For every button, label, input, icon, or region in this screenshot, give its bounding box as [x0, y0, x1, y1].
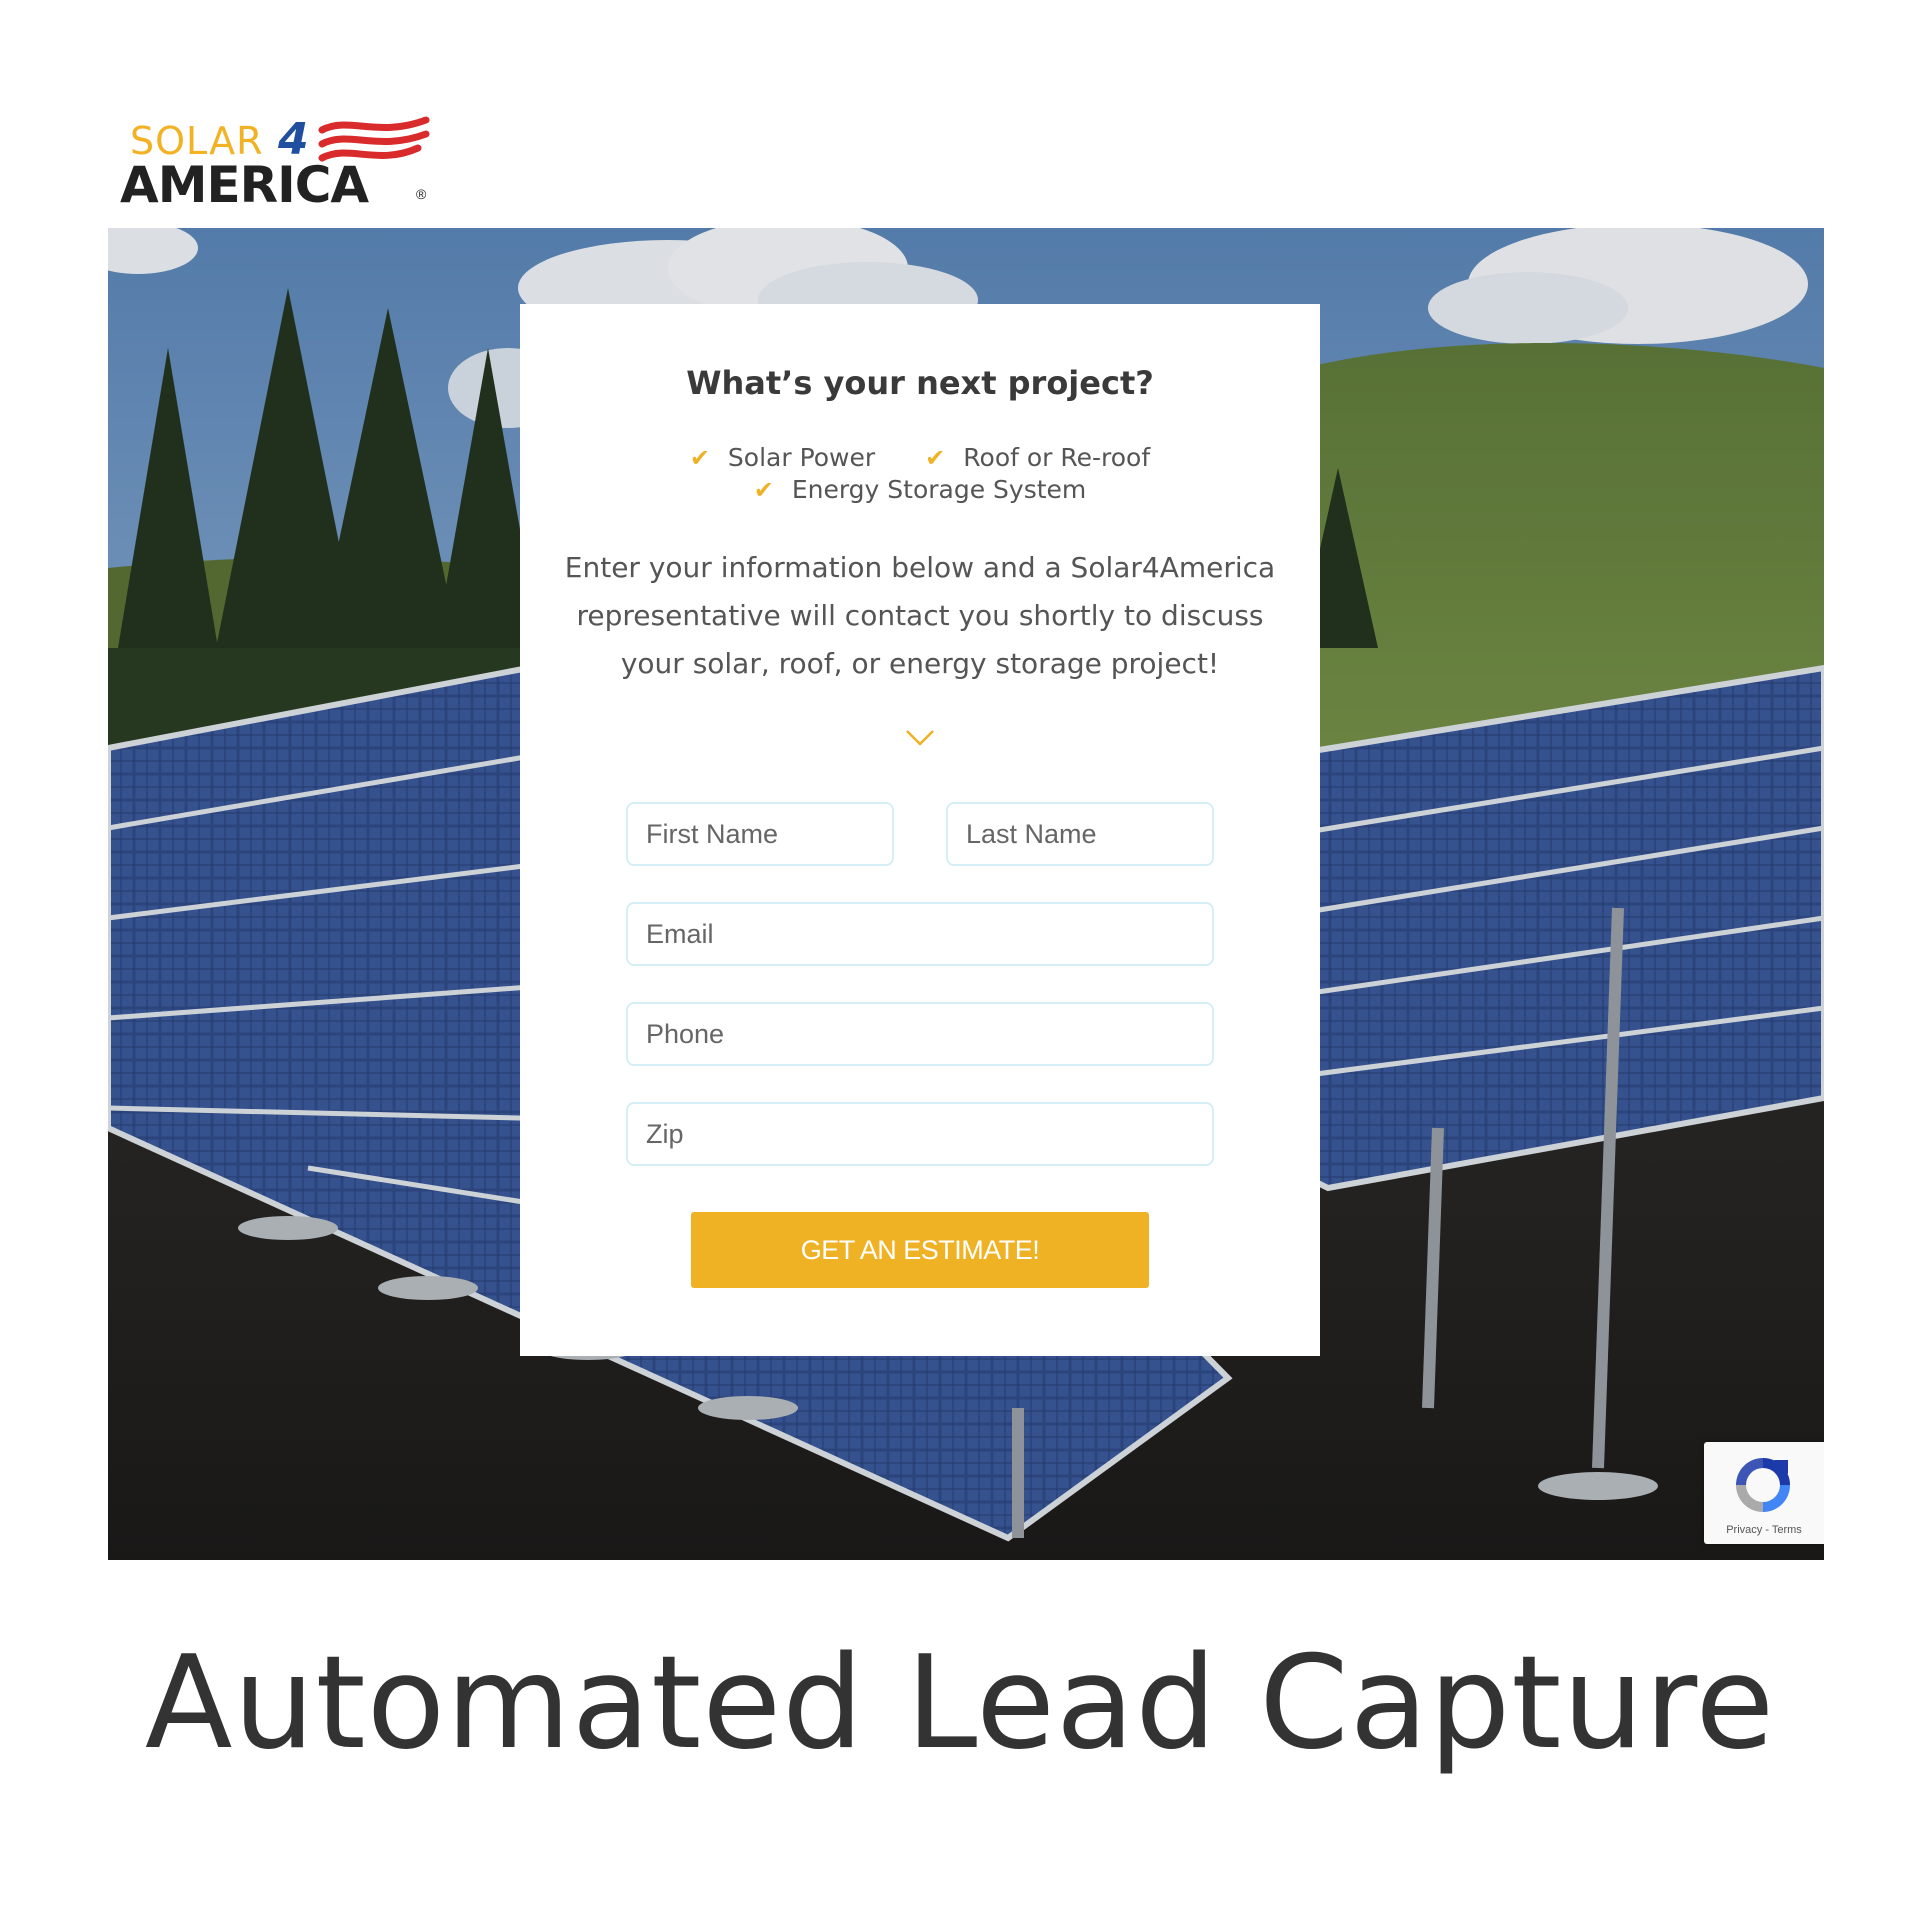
project-checklist: ✔ Solar Power ✔ Roof or Re-roof ✔ Energy… — [520, 442, 1320, 506]
logo-word-solar: SOLAR — [130, 119, 264, 163]
recaptcha-icon — [1736, 1458, 1790, 1512]
check-icon: ✔ — [753, 476, 774, 504]
check-icon: ✔ — [925, 444, 946, 472]
get-estimate-button[interactable]: GET AN ESTIMATE! — [691, 1212, 1149, 1288]
check-item-roof: ✔ Roof or Re-roof — [925, 442, 1150, 474]
recaptcha-badge[interactable]: Privacy - Terms — [1704, 1442, 1824, 1544]
form-description: Enter your information below and a Solar… — [564, 551, 1276, 680]
recaptcha-privacy-terms-links[interactable]: Privacy - Terms — [1704, 1524, 1824, 1536]
form-title: What’s your next project? — [686, 364, 1154, 402]
check-label: Energy Storage System — [791, 475, 1087, 504]
check-item-energy-storage: ✔ Energy Storage System — [754, 474, 1087, 506]
first-name-input[interactable] — [626, 802, 894, 866]
check-label: Roof or Re-roof — [963, 443, 1151, 472]
lead-form-card: What’s your next project? ✔ Solar Power … — [520, 304, 1320, 1356]
check-icon: ✔ — [689, 444, 710, 472]
phone-input[interactable] — [626, 1002, 1214, 1066]
solar4america-logo: SOLAR 4 AMERICA ® — [120, 112, 440, 214]
check-item-solar-power: ✔ Solar Power — [690, 442, 875, 474]
email-input[interactable] — [626, 902, 1214, 966]
zip-input[interactable] — [626, 1102, 1214, 1166]
logo-word-america: AMERICA — [120, 156, 369, 214]
last-name-input[interactable] — [946, 802, 1214, 866]
registered-mark: ® — [416, 186, 427, 202]
chevron-down-icon — [906, 730, 934, 746]
hero-section: What’s your next project? ✔ Solar Power … — [108, 228, 1824, 1560]
check-label: Solar Power — [727, 443, 876, 472]
caption-title: Automated Lead Capture — [144, 1629, 1776, 1778]
